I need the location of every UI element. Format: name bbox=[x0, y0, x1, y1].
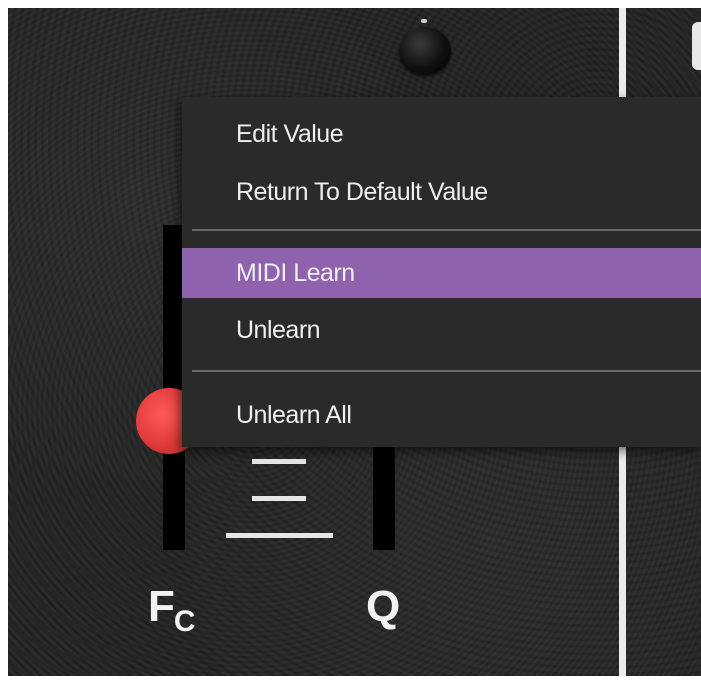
menu-separator bbox=[192, 229, 701, 231]
fc-label-sub: C bbox=[173, 605, 196, 638]
fc-label: FC bbox=[148, 582, 196, 638]
q-label: Q bbox=[366, 582, 401, 631]
context-menu: Edit Value Return To Default Value MIDI … bbox=[182, 97, 701, 447]
menu-item-midi-learn[interactable]: MIDI Learn bbox=[182, 248, 701, 298]
menu-item-edit-value[interactable]: Edit Value bbox=[182, 109, 701, 159]
filter-shape-line-3 bbox=[226, 533, 333, 538]
small-knob[interactable] bbox=[399, 19, 451, 75]
filter-shape-line-1 bbox=[252, 459, 306, 464]
menu-item-unlearn[interactable]: Unlearn bbox=[182, 305, 701, 355]
filter-shape-line-2 bbox=[252, 496, 306, 501]
menu-separator bbox=[192, 370, 701, 372]
menu-item-return-to-default[interactable]: Return To Default Value bbox=[182, 167, 701, 217]
fc-label-main: F bbox=[148, 582, 175, 631]
menu-item-unlearn-all[interactable]: Unlearn All bbox=[182, 390, 701, 440]
adjacent-control-edge bbox=[692, 22, 701, 70]
